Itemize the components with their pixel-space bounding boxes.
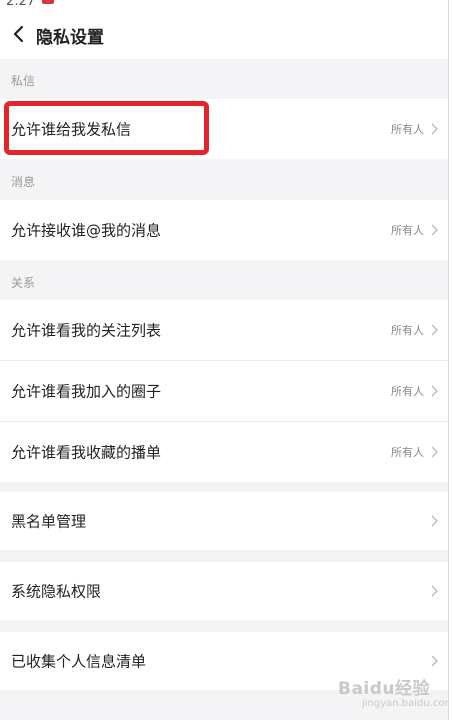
watermark: Baidu经验 jingyan.baidu.com	[334, 668, 452, 716]
row-label: 允许谁看我的关注列表	[11, 321, 162, 340]
row-value: 所有人	[391, 224, 424, 237]
row-label: 已收集个人信息清单	[11, 652, 147, 671]
notification-icon	[42, 0, 54, 4]
chevron-right-icon	[431, 224, 438, 236]
page-title: 隐私设置	[36, 28, 104, 48]
chevron-right-icon	[431, 385, 438, 397]
row-label: 允许谁看我收藏的播单	[11, 443, 162, 462]
chevron-right-icon	[431, 655, 438, 667]
row-circle-permission[interactable]: 允许谁看我加入的圈子 所有人	[0, 361, 448, 421]
row-value: 所有人	[391, 446, 424, 459]
section-label-dm: 私信	[11, 74, 36, 88]
row-label: 黑名单管理	[11, 512, 87, 531]
row-value: 所有人	[391, 385, 424, 398]
watermark-domain: jingyan.baidu.com	[362, 698, 452, 709]
chevron-right-icon	[431, 515, 438, 527]
section-label-messages: 消息	[11, 175, 36, 189]
status-bar: 2:27	[0, 0, 448, 10]
chevron-right-icon	[431, 123, 438, 135]
row-blacklist-management[interactable]: 黑名单管理	[0, 492, 448, 550]
row-label: 允许接收谁@我的消息	[11, 221, 162, 240]
app-screen: 2:27 隐私设置 私信 允许谁给我发私信 所有人 消息 允许接收谁@我的消息 …	[0, 0, 452, 720]
nav-header: 隐私设置	[0, 10, 448, 59]
row-label: 允许谁看我加入的圈子	[11, 382, 162, 401]
row-label: 系统隐私权限	[11, 582, 102, 601]
chevron-right-icon	[431, 446, 438, 458]
row-system-privacy-permissions[interactable]: 系统隐私权限	[0, 562, 448, 620]
annotation-highlight-box	[4, 101, 209, 155]
row-value: 所有人	[391, 123, 424, 136]
watermark-brand: Baidu经验	[338, 679, 431, 699]
row-follow-list-permission[interactable]: 允许谁看我的关注列表 所有人	[0, 300, 448, 360]
section-label-relations: 关系	[11, 276, 36, 290]
row-value: 所有人	[391, 324, 424, 337]
chevron-right-icon	[431, 585, 438, 597]
row-playlist-permission[interactable]: 允许谁看我收藏的播单 所有人	[0, 422, 448, 482]
status-time: 2:27	[6, 0, 36, 9]
row-at-permission[interactable]: 允许接收谁@我的消息 所有人	[0, 200, 448, 260]
chevron-right-icon	[431, 324, 438, 336]
right-edge-panel	[448, 0, 452, 720]
back-arrow-icon[interactable]	[10, 24, 28, 44]
